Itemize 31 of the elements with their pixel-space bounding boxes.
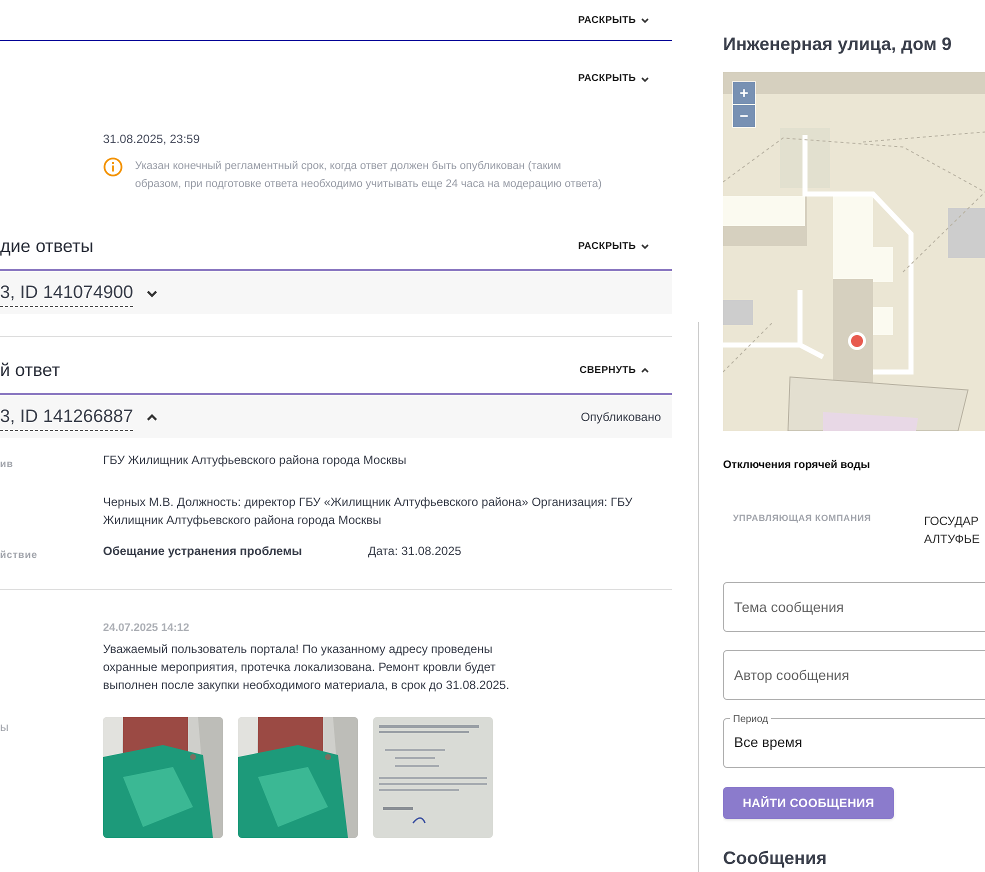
address-heading: Инженерная улица, дом 9 — [723, 33, 953, 56]
messages-heading: Сообщения — [723, 846, 828, 870]
field-value: ГБУ Жилищник Алтуфьевского района города Москвы — [103, 452, 408, 469]
answer-toggle[interactable]: 3, ID 141266887 — [0, 402, 160, 430]
company-label: УПРАВЛЯЮЩАЯ КОМПАНИЯ — [733, 512, 872, 525]
section-heading: й ответ — [0, 358, 60, 382]
toggle-button[interactable]: РАСКРЫТЬ — [578, 238, 650, 254]
field-label: ив — [0, 459, 14, 470]
search-button[interactable]: НАЙТИ СООБЩЕНИЯ — [723, 786, 894, 818]
reply-date: 24.07.2025 14:12 — [103, 621, 190, 636]
toggle-button[interactable]: СВЕРНУТЬ — [579, 362, 650, 378]
company-value: ГОСУДАР — [924, 512, 980, 530]
deadline-note: Указан конечный регламентный срок, когда ответ должен быть опубликован (таким образом, при подготовке ответа необходимо учитывать еще 24 часа на модерацию ответа) — [135, 159, 603, 192]
reply-text: Уважаемый пользователь портала! По указанному адресу проведены охранные мероприятия, протечка локализована. Ремонт кровли будет выполнен после закупки необходимого материала, в срок до 31.08.2025. — [103, 640, 510, 694]
toggle-button[interactable]: РАСКРЫТЬ — [578, 12, 650, 28]
field-date: Дата: 31.08.2025 — [368, 543, 462, 560]
text-field[interactable]: Автор сообщения — [723, 650, 985, 700]
field-value: Черных М.В. Должность: директор ГБУ «Жилищник Алтуфьевского района» Организация: ГБУ Жилищник Алтуфьевского района города Москвы — [103, 494, 634, 529]
company-value: АЛТУФЬЕ — [924, 530, 980, 548]
section-heading: дие ответы — [0, 234, 94, 258]
toggle-button[interactable]: РАСКРЫТЬ — [578, 71, 650, 86]
chevron-icon — [640, 365, 650, 375]
field-label: ы — [0, 720, 9, 734]
deadline-date: 31.08.2025, 23:59 — [103, 131, 201, 148]
field-value: Обещание устранения проблемы — [103, 543, 303, 560]
field-label: йствие — [0, 550, 38, 561]
text-field[interactable]: Тема сообщения — [723, 582, 985, 632]
status-text: Опубликовано — [580, 408, 661, 426]
answer-toggle[interactable]: 3, ID 141074900 — [0, 278, 160, 306]
subtitle: Отключения горячей воды — [723, 458, 871, 473]
info-icon — [103, 157, 123, 177]
